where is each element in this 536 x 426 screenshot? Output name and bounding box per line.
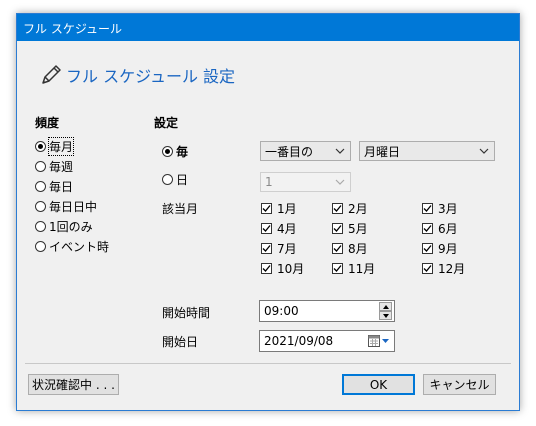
checkbox-label: 12月 [438,261,466,276]
frequency-option-event[interactable]: イベント時 [35,238,109,254]
radio-label: 日 [176,172,189,187]
month-checkbox-6[interactable]: 6月 [422,220,458,236]
month-checkbox-9[interactable]: 9月 [422,240,458,256]
day-radio[interactable]: 日 [162,171,188,187]
checkbox-label: 4月 [277,221,297,236]
checkbox-box [422,262,433,274]
chevron-down-icon [479,145,489,157]
spin-up-button[interactable] [379,302,392,311]
window-title: フル スケジュール [23,22,122,36]
month-checkbox-12[interactable]: 12月 [422,260,465,276]
week-ordinal-select[interactable]: 一番目の [260,141,351,161]
radio-label: 毎月 [47,136,75,156]
start-date-value: 2021/09/08 [264,334,334,348]
checkbox-box [261,222,272,234]
time-spinner [379,302,392,320]
day-number-select[interactable]: 1 [260,172,351,192]
start-date-label: 開始日 [162,335,199,349]
checkbox-label: 7月 [277,241,297,256]
checkbox-box [261,242,272,254]
status-check-button[interactable]: 状況確認中 . . . [28,374,119,395]
chevron-down-icon [335,176,345,188]
cancel-button[interactable]: キャンセル [423,374,496,395]
month-checkbox-4[interactable]: 4月 [261,220,297,236]
checkbox-label: 10月 [277,261,305,276]
checkbox-box [261,202,272,214]
checkbox-label: 11月 [348,261,376,276]
button-label: キャンセル [429,378,490,392]
radio-indicator [35,160,46,172]
checkbox-label: 6月 [438,221,458,236]
checkbox-box [422,242,433,254]
month-checkbox-11[interactable]: 11月 [332,260,375,276]
radio-label: 毎 [176,144,189,159]
radio-label: 毎週 [49,159,74,174]
start-time-input[interactable]: 09:00 [259,300,395,322]
button-label: 状況確認中 . . . [32,378,115,392]
spin-down-button[interactable] [379,311,392,320]
select-value: 月曜日 [364,144,401,159]
month-checkbox-8[interactable]: 8月 [332,240,368,256]
radio-indicator [35,200,46,212]
frequency-option-daytime[interactable]: 毎日日中 [35,198,97,214]
checkbox-box [261,262,272,274]
months-label: 該当月 [162,202,199,216]
dialog-heading: フル スケジュール 設定 [39,64,235,86]
caret-up-icon [383,305,389,309]
radio-label: 1回のみ [49,219,93,234]
month-checkbox-5[interactable]: 5月 [332,220,368,236]
radio-indicator [35,220,46,232]
checkbox-label: 9月 [438,241,458,256]
checkbox-label: 8月 [348,241,368,256]
dialog-body: フル スケジュール 設定 頻度 毎月 毎週 毎日 毎日日中 1回のみ イベント時 [17,41,519,410]
checkbox-label: 1月 [277,201,297,216]
frequency-option-once[interactable]: 1回のみ [35,218,93,234]
checkbox-box [332,262,343,274]
button-label: OK [369,377,388,392]
radio-label: 毎日日中 [49,199,98,214]
checkbox-label: 5月 [348,221,368,236]
ok-button[interactable]: OK [342,374,415,395]
frequency-option-monthly[interactable]: 毎月 [35,136,75,156]
checkbox-box [332,222,343,234]
title-bar[interactable]: フル スケジュール [17,14,519,41]
month-checkbox-2[interactable]: 2月 [332,200,368,216]
select-value: 一番目の [265,144,314,159]
pencil-icon [42,65,61,84]
frequency-option-daily[interactable]: 毎日 [35,178,73,194]
chevron-down-icon [335,145,345,157]
checkbox-box [332,202,343,214]
select-value: 1 [265,175,273,189]
checkbox-box [422,202,433,214]
radio-indicator [162,145,173,157]
month-checkbox-7[interactable]: 7月 [261,240,297,256]
radio-indicator [35,180,46,192]
start-time-value: 09:00 [264,304,299,318]
settings-label: 設定 [154,116,179,130]
every-radio[interactable]: 毎 [162,143,188,159]
checkbox-box [422,222,433,234]
calendar-dropdown-icon[interactable] [368,334,390,348]
month-checkbox-3[interactable]: 3月 [422,200,458,216]
dialog-window: フル スケジュール フル スケジュール 設定 頻度 毎月 毎週 毎日 毎日日中 … [16,13,520,411]
checkbox-label: 3月 [438,201,458,216]
caret-down-icon [383,314,389,318]
month-checkbox-10[interactable]: 10月 [261,260,304,276]
frequency-label: 頻度 [35,116,60,130]
frequency-option-weekly[interactable]: 毎週 [35,158,73,174]
radio-indicator [162,173,173,185]
radio-label: イベント時 [49,239,110,254]
radio-indicator [35,140,46,152]
checkbox-box [332,242,343,254]
weekday-select[interactable]: 月曜日 [359,141,495,161]
footer-separator [25,363,511,364]
radio-indicator [35,240,46,252]
start-time-label: 開始時間 [162,306,211,320]
heading-text: フル スケジュール 設定 [66,67,236,86]
radio-label: 毎日 [49,179,74,194]
checkbox-label: 2月 [348,201,368,216]
month-checkbox-1[interactable]: 1月 [261,200,297,216]
start-date-picker[interactable]: 2021/09/08 [259,330,395,352]
